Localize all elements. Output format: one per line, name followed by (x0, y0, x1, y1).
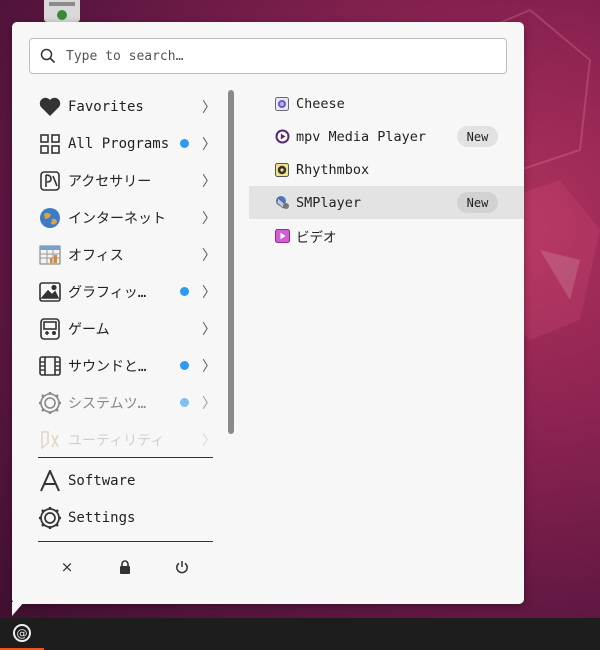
heart-icon (38, 95, 62, 119)
category-label: インターネット (68, 210, 166, 227)
category-label: グラフィッ… (68, 284, 147, 301)
image-icon (38, 280, 62, 304)
chevron-right-icon: 〉 (202, 359, 216, 375)
category-label: ゲーム (68, 321, 110, 338)
bottom-panel: @ (0, 618, 600, 650)
settings-gear-icon (38, 506, 62, 530)
category-system-tools[interactable]: システムツ… 〉 (28, 384, 218, 421)
application-menu: Favorites 〉 All Programs 〉 アクセサリー 〉 インター… (12, 22, 524, 604)
software-store-icon (38, 469, 62, 493)
mpv-icon (274, 129, 290, 145)
category-favorites[interactable]: Favorites 〉 (28, 88, 218, 125)
search-input[interactable] (64, 47, 468, 65)
chevron-right-icon: 〉 (202, 285, 216, 301)
settings-button[interactable]: Settings (28, 499, 218, 536)
app-item-rhythmbox[interactable]: Rhythmbox (249, 153, 524, 186)
system-gear-icon (38, 391, 62, 415)
power-button[interactable] (168, 555, 196, 579)
new-badge: New (457, 126, 498, 147)
software-button[interactable]: Software (28, 462, 218, 499)
app-label: mpv Media Player (296, 128, 427, 145)
app-item-videos[interactable]: ビデオ (249, 219, 524, 252)
utilities-icon (38, 428, 62, 452)
category-internet[interactable]: インターネット 〉 (28, 199, 218, 236)
category-label: システムツ… (68, 395, 147, 412)
category-list: Favorites 〉 All Programs 〉 アクセサリー 〉 インター… (28, 88, 218, 458)
app-label: SMPlayer (296, 194, 362, 211)
chevron-right-icon: 〉 (202, 322, 216, 338)
lock-button[interactable] (111, 555, 139, 579)
chevron-right-icon: 〉 (202, 137, 216, 153)
category-scrollbar[interactable] (228, 90, 234, 434)
app-item-mpv[interactable]: mpv Media Player New (249, 120, 524, 153)
category-office[interactable]: オフィス 〉 (28, 236, 218, 273)
chevron-right-icon: 〉 (202, 433, 216, 449)
videos-icon (274, 228, 290, 244)
category-sound-video[interactable]: サウンドと… 〉 (28, 347, 218, 384)
cheese-icon (274, 96, 290, 112)
application-list: Cheese mpv Media Player New Rhythmbox SM… (249, 87, 524, 252)
divider (38, 541, 213, 542)
new-items-dot (180, 139, 189, 148)
lock-icon (120, 560, 130, 574)
new-items-dot (180, 287, 189, 296)
category-label: Favorites (68, 98, 144, 115)
rhythmbox-icon (274, 162, 290, 178)
office-icon (38, 243, 62, 267)
settings-label: Settings (68, 509, 136, 526)
menu-pointer (12, 602, 24, 616)
divider (38, 457, 213, 458)
power-icon (176, 561, 188, 574)
search-box[interactable] (29, 38, 507, 74)
category-label: All Programs (68, 135, 170, 152)
new-badge: New (457, 192, 498, 213)
menu-logo-icon: @ (13, 624, 31, 642)
new-items-dot (180, 398, 189, 407)
app-menu-button[interactable]: @ (0, 618, 44, 650)
smplayer-icon (274, 195, 290, 211)
globe-icon (38, 206, 62, 230)
category-label: オフィス (68, 247, 124, 264)
category-label: ユーティリティ (68, 432, 165, 449)
app-item-smplayer[interactable]: SMPlayer New (249, 186, 524, 219)
app-label: ビデオ (296, 229, 337, 246)
desktop-trash-icon[interactable] (44, 0, 80, 22)
chevron-right-icon: 〉 (202, 396, 216, 412)
category-utilities[interactable]: ユーティリティ 〉 (28, 421, 218, 458)
film-icon (38, 354, 62, 378)
close-icon: × (60, 558, 74, 576)
category-accessories[interactable]: アクセサリー 〉 (28, 162, 218, 199)
category-label: サウンドと… (68, 358, 147, 375)
category-label: アクセサリー (68, 173, 152, 190)
chevron-right-icon: 〉 (202, 174, 216, 190)
app-label: Cheese (296, 95, 345, 112)
software-label: Software (68, 472, 136, 489)
close-session-button[interactable]: × (53, 555, 81, 579)
category-all-programs[interactable]: All Programs 〉 (28, 125, 218, 162)
chevron-right-icon: 〉 (202, 211, 216, 227)
new-items-dot (180, 361, 189, 370)
category-games[interactable]: ゲーム 〉 (28, 310, 218, 347)
grid-icon (38, 132, 62, 156)
accessories-icon (38, 169, 62, 193)
app-item-cheese[interactable]: Cheese (249, 87, 524, 120)
search-icon (40, 48, 56, 64)
gamepad-icon (38, 317, 62, 341)
app-label: Rhythmbox (296, 161, 370, 178)
chevron-right-icon: 〉 (202, 248, 216, 264)
category-graphics[interactable]: グラフィッ… 〉 (28, 273, 218, 310)
chevron-right-icon: 〉 (202, 100, 216, 116)
